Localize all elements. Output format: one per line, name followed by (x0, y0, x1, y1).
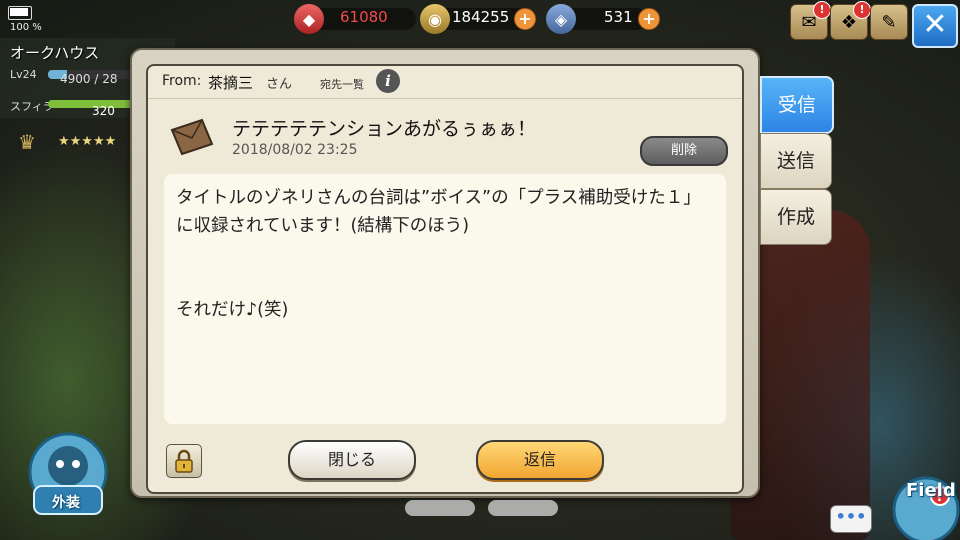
sender-name: 茶摘三 (208, 74, 254, 92)
recipients-label: 宛先一覧 (320, 78, 364, 91)
player-level: Lv24 (10, 68, 37, 81)
crystal-value: 531 (604, 8, 633, 26)
mail-menu-button[interactable]: ✉ ! (790, 1, 831, 40)
mail-body[interactable]: タイトルのゾネリさんの台詞は”ボイス”の「プラス補助受けた１」に収録されています… (164, 174, 726, 424)
info-icon[interactable]: i (376, 69, 400, 93)
tab-sent[interactable]: 送信 (760, 133, 832, 189)
stamina-value: 320 (92, 104, 115, 118)
stamina-label: スフィラ (10, 100, 54, 113)
menu-pill[interactable] (488, 500, 558, 516)
chat-button[interactable]: ••• (830, 505, 872, 533)
coin-icon: ◉ (420, 4, 450, 34)
rank-crest-icon: ♛ (18, 130, 36, 154)
delete-button[interactable]: 削除 (640, 136, 728, 166)
battery-percent: 100 % (10, 22, 42, 33)
add-coins-button[interactable]: + (514, 8, 536, 30)
lock-icon (175, 449, 193, 473)
gem-icon: ◆ (294, 4, 324, 34)
mail-subject: テテテテテンションあがるぅぁぁ！ (232, 118, 537, 140)
player-name: オークハウス (10, 44, 100, 62)
add-crystals-button[interactable]: + (638, 8, 660, 30)
menu-pill[interactable] (405, 500, 475, 516)
rank-stars: ★★★★★ (58, 134, 117, 149)
mail-date: 2018/08/02 23:25 (232, 142, 358, 158)
tab-compose[interactable]: 作成 (760, 189, 832, 245)
gem-value: 61080 (340, 8, 388, 26)
letter-icon (170, 118, 214, 156)
appearance-label: 外装 (52, 495, 80, 511)
quill-icon: ✎ (881, 11, 897, 33)
mail-body-text: タイトルのゾネリさんの台詞は”ボイス”の「プラス補助受けた１」に収録されています… (176, 188, 701, 320)
mail-dialog-inner: From: 茶摘三 さん 宛先一覧 i テテテテテンションあがるぅぁぁ！ 201… (146, 64, 744, 494)
appearance-button[interactable] (20, 420, 116, 530)
alert-badge: ! (813, 1, 831, 19)
mail-dialog: From: 茶摘三 さん 宛先一覧 i テテテテテンションあがるぅぁぁ！ 201… (130, 48, 760, 498)
coin-value: 184255 (452, 8, 510, 26)
quest-menu-button[interactable]: ✎ (870, 4, 908, 40)
exp-text: 4900 / 28 (60, 72, 118, 86)
close-button[interactable]: 閉じる (288, 440, 416, 480)
close-icon[interactable]: ✕ (912, 4, 958, 48)
reply-button[interactable]: 返信 (476, 440, 604, 480)
from-label: From: (162, 73, 202, 89)
sender-suffix: さん (266, 77, 293, 92)
field-label: Field (906, 480, 956, 501)
battery-icon (8, 6, 32, 20)
alert-badge: ! (853, 1, 871, 19)
tab-inbox[interactable]: 受信 (760, 76, 834, 134)
crystal-icon: ◈ (546, 4, 576, 34)
gift-menu-button[interactable]: ❖ ! (830, 1, 871, 40)
lock-button[interactable] (166, 444, 202, 478)
from-bar: From: 茶摘三 さん 宛先一覧 i (148, 66, 742, 99)
